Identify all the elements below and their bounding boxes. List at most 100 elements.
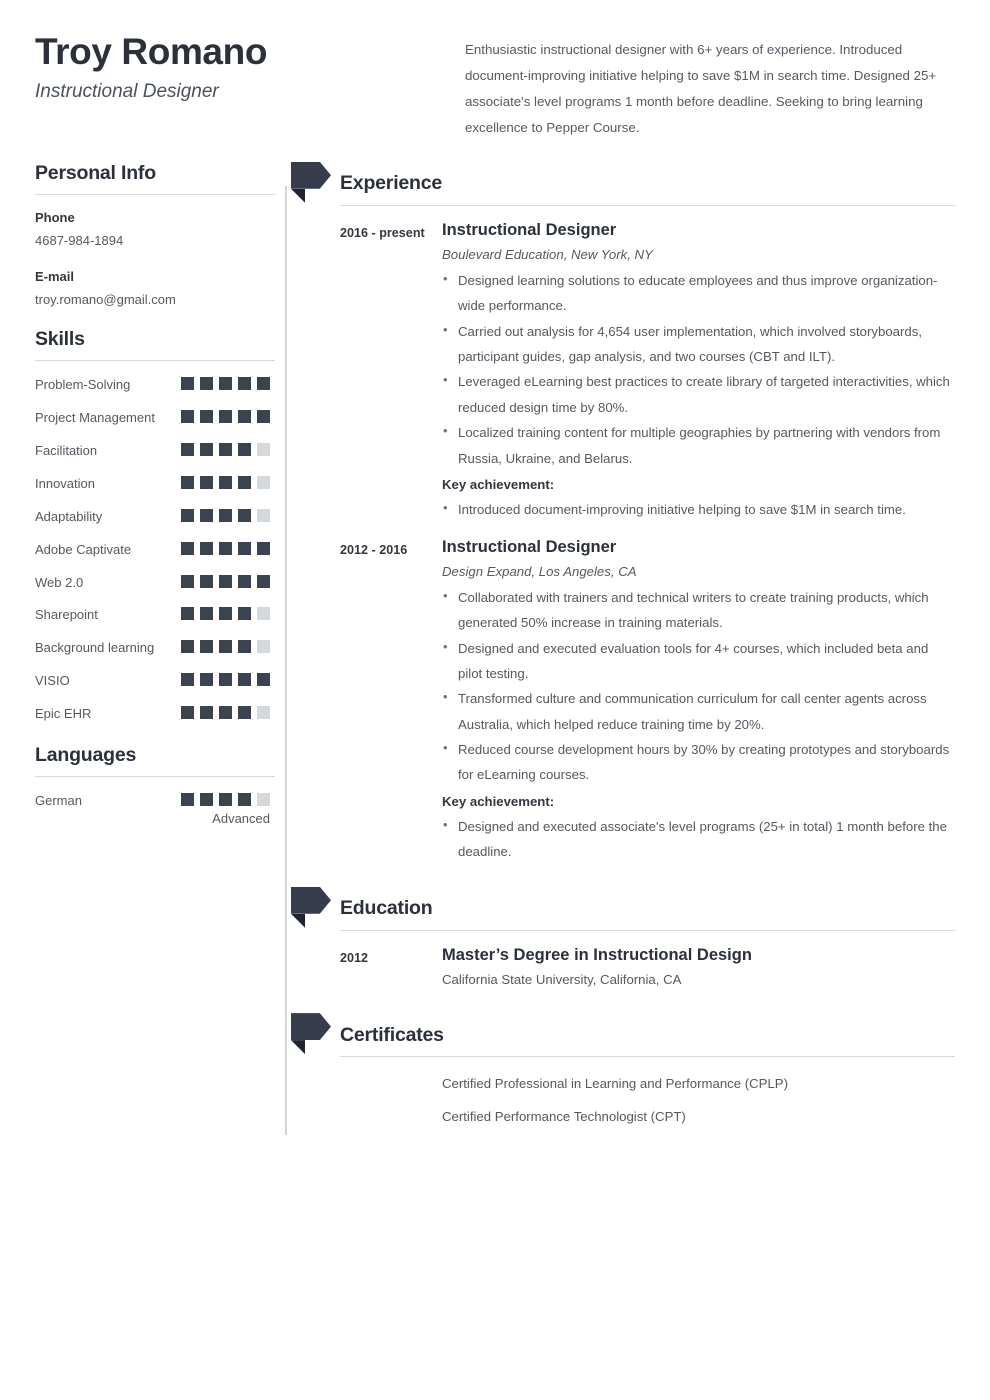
rating-square-filled [200, 442, 213, 456]
rating-square-filled [181, 574, 194, 588]
entry-main: Master’s Degree in Instructional Design C… [442, 945, 955, 993]
personal-info-section: Personal Info Phone 4687-984-1894 E-mail… [35, 162, 275, 310]
header-identity: Troy Romano Instructional Designer [35, 28, 465, 141]
main-column: Experience 2016 - present Instructional D… [285, 161, 955, 1140]
rating-square-empty [257, 475, 270, 489]
section-divider [340, 204, 955, 206]
skill-row: Epic EHR [35, 703, 270, 725]
rating-square-filled [181, 607, 194, 621]
email-label: E-mail [35, 268, 75, 284]
rating-square-filled [200, 640, 213, 654]
section-divider [35, 359, 275, 361]
rating-square-filled [200, 409, 213, 423]
experience-heading: Experience [340, 172, 443, 195]
skill-row: Adobe Captivate [35, 539, 270, 561]
skills-section: Skills Problem-Solving Project Management… [35, 327, 275, 726]
rating-square-filled [238, 607, 251, 621]
entry-bullet: Localized training content for multiple … [442, 419, 955, 471]
rating-square-filled [219, 574, 232, 588]
key-achievement-label: Key achievement: [442, 793, 555, 809]
rating-meter [181, 440, 270, 456]
skill-row: Project Management [35, 407, 270, 429]
rating-square-filled [238, 673, 251, 687]
rating-square-filled [238, 508, 251, 522]
rating-square-filled [181, 706, 194, 720]
language-name: German [35, 793, 82, 809]
certificate-item: Certified Professional in Learning and P… [442, 1076, 788, 1092]
rating-square-filled [219, 793, 232, 807]
rating-square-filled [200, 541, 213, 555]
rating-square-filled [257, 541, 270, 555]
timeline-line [285, 185, 287, 1135]
ribbon-marker-icon [291, 161, 333, 203]
rating-square-filled [200, 706, 213, 720]
skills-list: Problem-Solving Project Management Facilit… [35, 374, 270, 726]
entry-bullet: Leveraged eLearning best practices to cr… [442, 368, 955, 420]
key-achievement-list: Introduced document-improving initiative… [442, 496, 955, 522]
rating-meter [181, 407, 270, 423]
languages-list: German Advanced [35, 790, 270, 826]
rating-square-filled [200, 673, 213, 687]
rating-square-filled [219, 706, 232, 720]
rating-square-filled [181, 541, 194, 555]
rating-meter [181, 670, 270, 687]
ribbon-flag-shape [291, 161, 331, 189]
phone-label: Phone [35, 209, 75, 225]
rating-square-filled [219, 409, 232, 423]
phone-value: 4687-984-1894 [35, 233, 124, 249]
resume-page: Troy Romano Instructional Designer Enthu… [0, 0, 990, 1400]
entry-bullet-list: Collaborated with trainers and technical… [442, 584, 955, 788]
language-rating-block: Advanced [181, 790, 270, 826]
education-section: Education 2012 Master’s Degree in Instruc… [291, 886, 955, 993]
rating-square-filled [219, 673, 232, 687]
email-value: troy.romano@gmail.com [35, 292, 176, 308]
skill-name: Epic EHR [35, 706, 92, 722]
entry-subtitle: Boulevard Education, New York, NY [442, 247, 653, 263]
ribbon-marker-icon [291, 1013, 333, 1055]
rating-square-filled [200, 574, 213, 588]
rating-square-filled [219, 508, 232, 522]
entry-subtitle: Design Expand, Los Angeles, CA [442, 564, 637, 580]
skill-name: VISIO [35, 673, 70, 689]
skill-name: Problem-Solving [35, 376, 131, 392]
rating-square-filled [219, 376, 232, 390]
languages-section: Languages German Advanced [35, 744, 275, 826]
entry-date: 2012 [340, 950, 369, 965]
professional-summary: Enthusiastic instructional designer with… [465, 42, 937, 135]
rating-square-filled [181, 475, 194, 489]
rating-meter [181, 539, 270, 555]
education-section-head: Education [291, 886, 955, 928]
skill-row: Facilitation [35, 440, 270, 462]
rating-square-filled [238, 574, 251, 588]
rating-square-empty [257, 442, 270, 456]
certificates-main: Certified Professional in Learning and P… [442, 1074, 955, 1140]
rating-square-filled [238, 793, 251, 807]
rating-meter [181, 637, 270, 654]
entry-main: Instructional Designer Boulevard Educatio… [442, 220, 955, 523]
rating-square-empty [257, 793, 270, 807]
rating-square-filled [181, 376, 194, 390]
rating-meter [181, 473, 270, 489]
skills-heading: Skills [35, 327, 85, 350]
entry-bullet: Reduced course development hours by 30% … [442, 736, 955, 788]
personal-info-field-email: E-mail troy.romano@gmail.com [35, 267, 270, 310]
rating-meter [181, 703, 270, 720]
section-divider [35, 776, 275, 778]
certificates-list: Certified Professional in Learning and P… [442, 1074, 955, 1127]
entry-date: 2012 - 2016 [340, 542, 408, 557]
entry-title: Instructional Designer [442, 537, 617, 556]
rating-square-filled [257, 409, 270, 423]
rating-square-filled [200, 793, 213, 807]
ribbon-flag-shape [291, 886, 331, 914]
key-achievement-list: Designed and executed associate's level … [442, 813, 955, 865]
key-achievement-bullet: Designed and executed associate's level … [442, 813, 955, 865]
entry-bullet: Designed and executed evaluation tools f… [442, 635, 955, 687]
rating-square-filled [238, 706, 251, 720]
personal-info-field-phone: Phone 4687-984-1894 [35, 208, 270, 251]
rating-square-filled [219, 640, 232, 654]
skill-row: Innovation [35, 473, 270, 495]
rating-square-filled [219, 475, 232, 489]
entry-bullet-list: Designed learning solutions to educate e… [442, 267, 955, 471]
rating-square-filled [257, 574, 270, 588]
rating-square-filled [200, 475, 213, 489]
